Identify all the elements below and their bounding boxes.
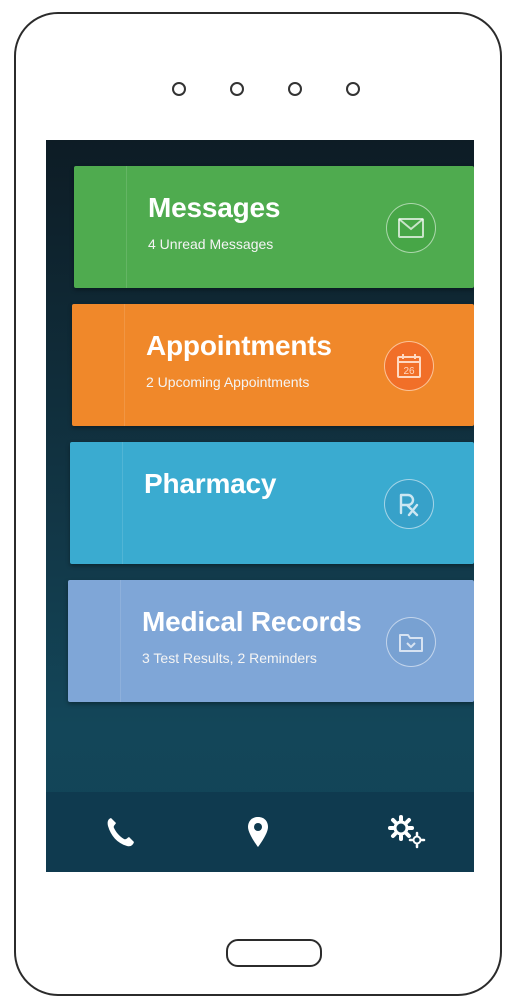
messages-card[interactable]: Messages 4 Unread Messages bbox=[74, 166, 474, 288]
card-crease bbox=[124, 304, 125, 426]
sensor-dot bbox=[172, 82, 186, 96]
pharmacy-title: Pharmacy bbox=[144, 468, 277, 499]
pharmacy-card[interactable]: Pharmacy bbox=[70, 442, 474, 564]
medical-records-card[interactable]: Medical Records 3 Test Results, 2 Remind… bbox=[68, 580, 474, 702]
envelope-icon bbox=[386, 203, 436, 253]
card-crease bbox=[120, 580, 121, 702]
folder-icon bbox=[386, 617, 436, 667]
sensor-dot bbox=[346, 82, 360, 96]
bottom-tab-bar bbox=[46, 792, 474, 872]
messages-subtitle: 4 Unread Messages bbox=[148, 236, 274, 252]
card-crease bbox=[122, 442, 123, 564]
calendar-day: 26 bbox=[403, 366, 415, 377]
phone-icon[interactable] bbox=[98, 810, 142, 854]
home-button[interactable] bbox=[226, 939, 322, 967]
app-screen: Messages 4 Unread Messages Appointments … bbox=[46, 140, 474, 872]
medical-records-subtitle: 3 Test Results, 2 Reminders bbox=[142, 650, 317, 666]
settings-gears-icon[interactable] bbox=[384, 810, 428, 854]
calendar-icon: 26 bbox=[384, 341, 434, 391]
sensor-dot bbox=[230, 82, 244, 96]
appointments-subtitle: 2 Upcoming Appointments bbox=[146, 374, 310, 390]
location-pin-icon[interactable] bbox=[236, 810, 280, 854]
sensor-dot bbox=[288, 82, 302, 96]
rx-icon bbox=[384, 479, 434, 529]
medical-records-title: Medical Records bbox=[142, 606, 362, 637]
card-crease bbox=[126, 166, 127, 288]
appointments-title: Appointments bbox=[146, 330, 332, 361]
messages-title: Messages bbox=[148, 192, 281, 223]
appointments-card[interactable]: Appointments 2 Upcoming Appointments 26 bbox=[72, 304, 474, 426]
